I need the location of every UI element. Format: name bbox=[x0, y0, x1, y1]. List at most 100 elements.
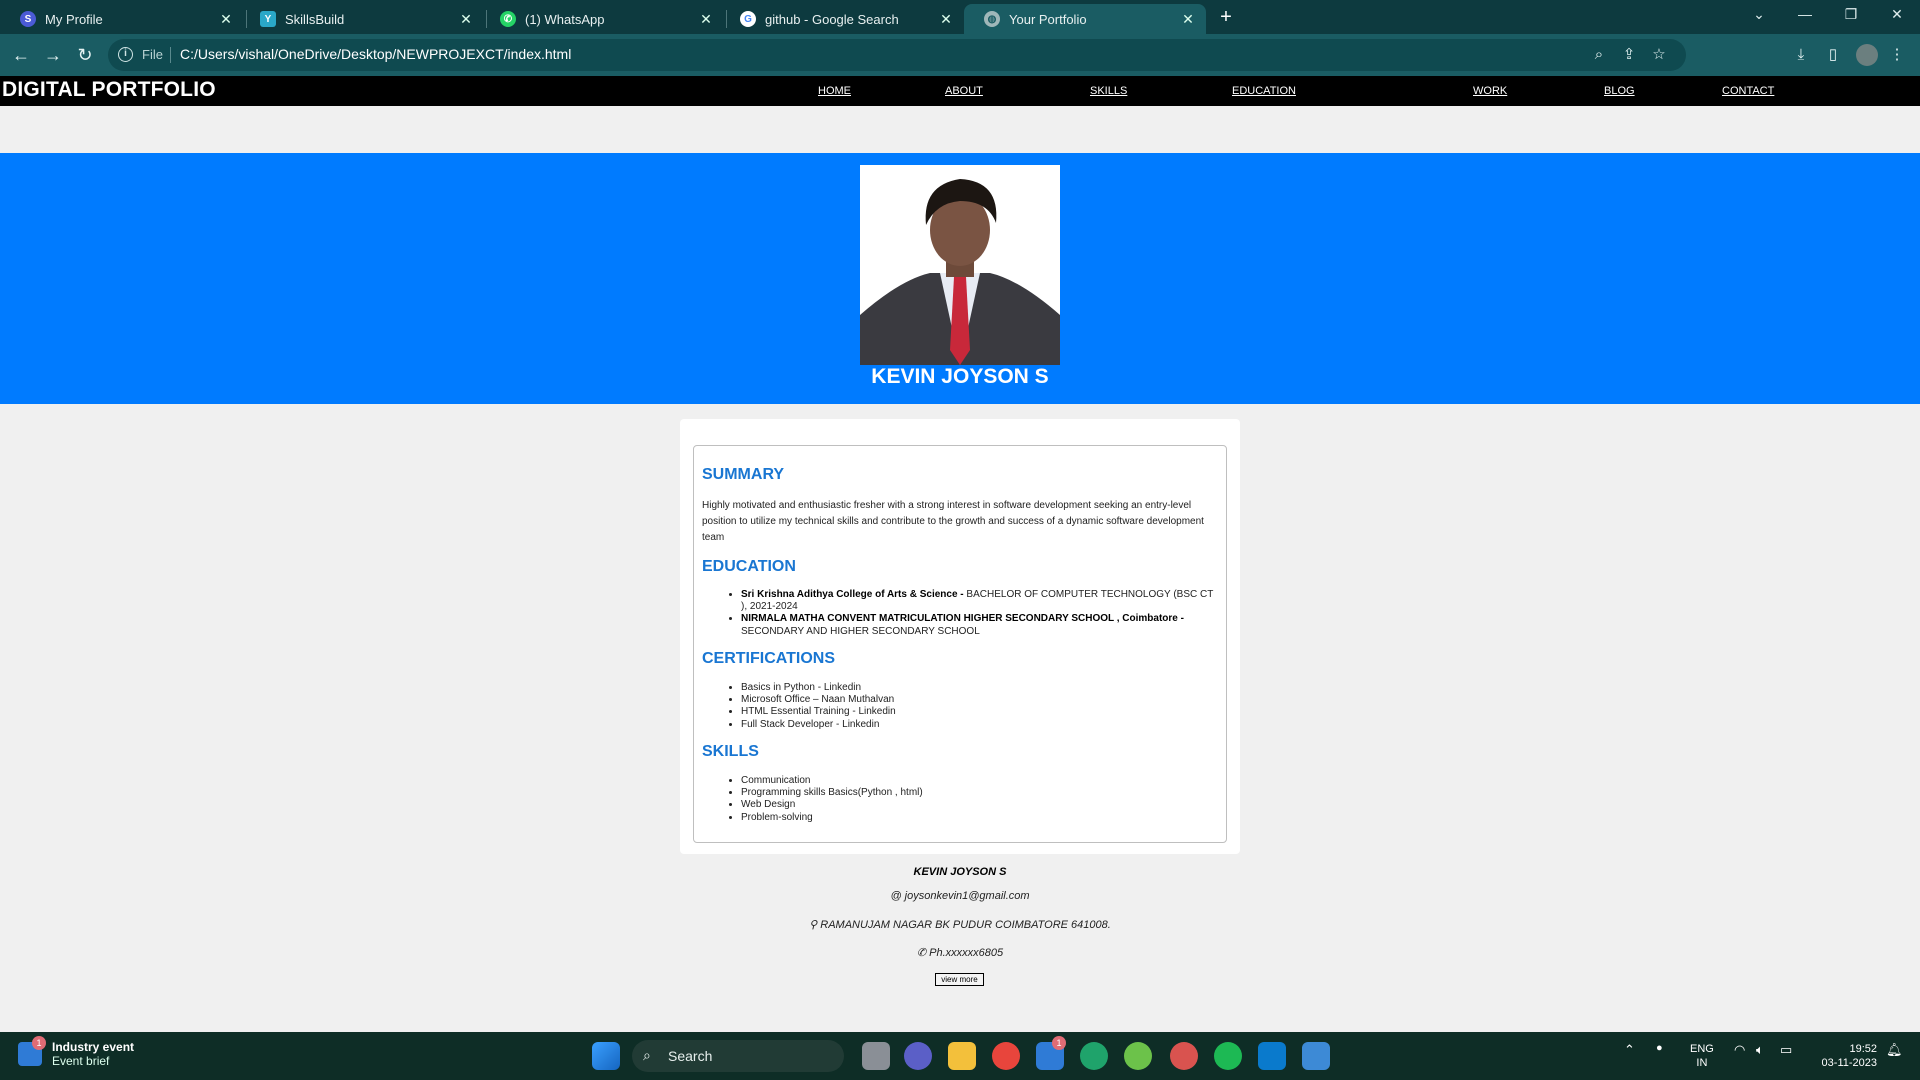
tab-your-portfolio[interactable]: ◍ Your Portfolio ✕ bbox=[964, 4, 1206, 34]
url-scheme-label: File bbox=[142, 47, 163, 62]
footer-name: KEVIN JOYSON S bbox=[913, 866, 1007, 878]
chrome-icon[interactable] bbox=[992, 1042, 1020, 1070]
nav-about-link[interactable]: ABOUT bbox=[945, 85, 983, 97]
tab-search-chevron-icon[interactable]: ⌄ bbox=[1736, 0, 1782, 30]
browser-toolbar: ← → ↻ i File C:/Users/vishal/OneDrive/De… bbox=[0, 34, 1920, 76]
notifications-bell-icon[interactable]: 🔔︎ bbox=[1886, 1042, 1903, 1058]
globe-icon: ◍ bbox=[984, 11, 1000, 27]
nav-education-link[interactable]: EDUCATION bbox=[1232, 85, 1296, 97]
skillsbuild-icon: S bbox=[20, 11, 36, 27]
list-item: Basics in Python - Linkedin bbox=[741, 682, 896, 694]
list-item: Web Design bbox=[741, 799, 923, 811]
site-info-icon[interactable]: i bbox=[118, 47, 133, 62]
site-brand: DIGITAL PORTFOLIO bbox=[2, 78, 216, 101]
browser-tab-strip: S My Profile ✕ Y SkillsBuild ✕ ✆ (1) Wha… bbox=[0, 0, 1920, 34]
chrome-profile-icon[interactable] bbox=[1170, 1042, 1198, 1070]
nav-skills-link[interactable]: SKILLS bbox=[1090, 85, 1127, 97]
bookmark-star-icon[interactable]: ☆ bbox=[1648, 44, 1670, 66]
tab-whatsapp[interactable]: ✆ (1) WhatsApp ✕ bbox=[480, 4, 724, 34]
tab-title: My Profile bbox=[45, 11, 103, 27]
list-item: NIRMALA MATHA CONVENT MATRICULATION HIGH… bbox=[741, 613, 1216, 637]
list-item: Problem-solving bbox=[741, 812, 923, 824]
widget-icon: 1 bbox=[18, 1036, 46, 1066]
close-icon[interactable]: ✕ bbox=[218, 11, 234, 28]
file-explorer-icon[interactable] bbox=[948, 1042, 976, 1070]
list-item: Communication bbox=[741, 775, 923, 787]
more-menu-icon[interactable]: ⋮ bbox=[1886, 44, 1908, 66]
tab-my-profile[interactable]: S My Profile ✕ bbox=[0, 4, 244, 34]
notepad-icon[interactable] bbox=[1302, 1042, 1330, 1070]
google-icon: G bbox=[740, 11, 756, 27]
notification-badge: 1 bbox=[1052, 1036, 1066, 1050]
close-window-button[interactable]: ✕ bbox=[1874, 0, 1920, 30]
list-item: Programming skills Basics(Python , html) bbox=[741, 787, 923, 799]
search-label: Search bbox=[668, 1048, 713, 1064]
close-icon[interactable]: ✕ bbox=[458, 11, 474, 28]
spring-tool-icon[interactable] bbox=[1124, 1042, 1152, 1070]
search-icon: ⌕ bbox=[643, 1047, 651, 1063]
region-label: IN bbox=[1696, 1057, 1708, 1069]
close-icon[interactable]: ✕ bbox=[938, 11, 954, 28]
footer-phone: ✆ Ph.xxxxxx6805 bbox=[916, 947, 1004, 959]
tab-google-search[interactable]: G github - Google Search ✕ bbox=[720, 4, 964, 34]
back-arrow-icon[interactable]: ← bbox=[8, 42, 34, 68]
address-bar[interactable]: i File C:/Users/vishal/OneDrive/Desktop/… bbox=[108, 39, 1686, 71]
certifications-heading: CERTIFICATIONS bbox=[702, 650, 836, 667]
clock[interactable]: 19:52 03-11-2023 bbox=[1805, 1042, 1877, 1070]
edge-icon[interactable] bbox=[1080, 1042, 1108, 1070]
nav-blog-link[interactable]: BLOG bbox=[1604, 85, 1635, 97]
share-icon[interactable]: ⇪ bbox=[1618, 44, 1640, 66]
download-icon[interactable]: ⤓ bbox=[1790, 44, 1812, 66]
profile-photo bbox=[860, 165, 1060, 365]
taskbar-search[interactable]: ⌕ Search bbox=[632, 1040, 844, 1072]
url-text[interactable]: C:/Users/vishal/OneDrive/Desktop/NEWPROJ… bbox=[180, 46, 571, 62]
tab-title: github - Google Search bbox=[765, 11, 899, 27]
close-icon[interactable]: ✕ bbox=[698, 11, 714, 28]
page-viewport: DIGITAL PORTFOLIO HOME ABOUT SKILLS EDUC… bbox=[0, 76, 1920, 1032]
whatsapp-icon: ✆ bbox=[500, 11, 516, 27]
language-label: ENG bbox=[1690, 1043, 1714, 1055]
reload-icon[interactable]: ↻ bbox=[72, 42, 98, 68]
list-item: Sri Krishna Adithya College of Arts & Sc… bbox=[741, 589, 1216, 613]
widget-title: Industry event bbox=[52, 1040, 135, 1054]
tab-title: Your Portfolio bbox=[1009, 11, 1087, 27]
notification-badge: 1 bbox=[32, 1036, 46, 1050]
skills-heading: SKILLS bbox=[702, 743, 759, 760]
side-panel-icon[interactable]: ▯ bbox=[1822, 44, 1844, 66]
education-list: Sri Krishna Adithya College of Arts & Sc… bbox=[741, 589, 1216, 638]
windows-start-icon[interactable] bbox=[592, 1042, 620, 1070]
battery-icon[interactable]: ▭ bbox=[1780, 1042, 1792, 1058]
list-item: HTML Essential Training - Linkedin bbox=[741, 706, 896, 718]
zoom-icon[interactable]: ⌕ bbox=[1588, 44, 1610, 66]
wifi-icon[interactable]: ◠ bbox=[1734, 1042, 1745, 1058]
yl-logo-icon: Y bbox=[260, 11, 276, 27]
volume-icon[interactable]: 🔈︎ bbox=[1756, 1042, 1764, 1058]
nav-contact-link[interactable]: CONTACT bbox=[1722, 85, 1774, 97]
summary-text: Highly motivated and enthusiastic freshe… bbox=[702, 500, 1204, 543]
spotify-icon[interactable] bbox=[1214, 1042, 1242, 1070]
close-icon[interactable]: ✕ bbox=[1180, 11, 1196, 28]
security-icon[interactable]: ● bbox=[1656, 1042, 1663, 1054]
list-item: Microsoft Office – Naan Muthalvan bbox=[741, 694, 896, 706]
minimize-button[interactable]: — bbox=[1782, 0, 1828, 30]
widgets-button[interactable]: 1 Industry event Event brief bbox=[18, 1036, 135, 1068]
widget-subtitle: Event brief bbox=[52, 1054, 110, 1068]
chat-icon[interactable] bbox=[904, 1042, 932, 1070]
hero-name: KEVIN JOYSON S bbox=[871, 365, 1049, 388]
profile-avatar[interactable] bbox=[1856, 44, 1878, 66]
new-tab-button[interactable]: + bbox=[1214, 6, 1238, 30]
tab-skillsbuild[interactable]: Y SkillsBuild ✕ bbox=[240, 4, 484, 34]
forward-arrow-icon[interactable]: → bbox=[40, 42, 66, 68]
restore-button[interactable]: ❐ bbox=[1828, 0, 1874, 30]
tab-title: SkillsBuild bbox=[285, 11, 345, 27]
nav-work-link[interactable]: WORK bbox=[1473, 85, 1507, 97]
resume-card: SUMMARY Highly motivated and enthusiasti… bbox=[680, 419, 1240, 854]
mail-icon[interactable]: 1 bbox=[1036, 1036, 1066, 1070]
show-hidden-icons-chevron-icon[interactable]: ⌃ bbox=[1624, 1042, 1635, 1058]
divider bbox=[170, 47, 171, 63]
vscode-icon[interactable] bbox=[1258, 1042, 1286, 1070]
task-view-icon[interactable] bbox=[862, 1042, 890, 1070]
language-indicator[interactable]: ENG IN bbox=[1690, 1042, 1714, 1070]
nav-home-link[interactable]: HOME bbox=[818, 85, 851, 97]
view-more-button[interactable]: view more bbox=[935, 973, 984, 986]
